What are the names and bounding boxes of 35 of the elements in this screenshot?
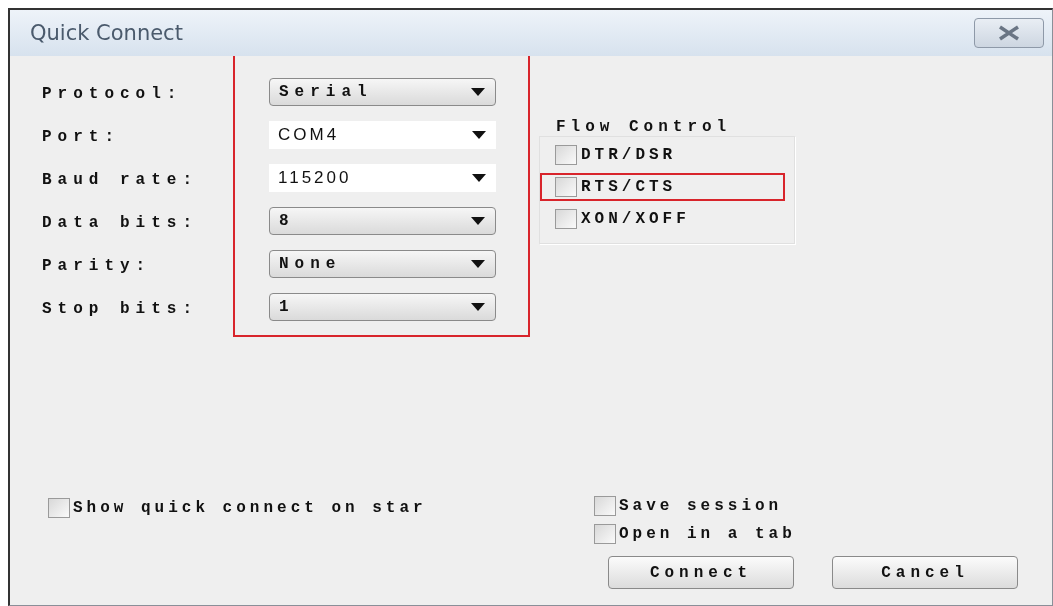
caret-icon [471, 217, 485, 225]
checkbox[interactable] [594, 496, 616, 516]
field-label: Data bits: [42, 213, 199, 234]
combo-box[interactable]: COM4 [269, 121, 496, 149]
checkbox-label: RTS/CTS [581, 178, 677, 196]
field-label: Port: [42, 127, 121, 148]
checkbox[interactable] [555, 145, 577, 165]
caret-icon [472, 131, 486, 139]
dropdown[interactable]: None [269, 250, 496, 278]
connect-button[interactable]: Connect [608, 556, 794, 589]
checkbox[interactable] [48, 498, 70, 518]
field-label: Protocol: [42, 84, 184, 105]
close-button[interactable] [974, 18, 1044, 48]
field-label: Parity: [42, 256, 153, 277]
dropdown[interactable]: 1 [269, 293, 496, 321]
caret-icon [471, 88, 485, 96]
field-label: Baud rate: [42, 170, 199, 191]
caret-icon [471, 260, 485, 268]
combo-box[interactable]: 115200 [269, 164, 496, 192]
group-title: Flow Control [556, 118, 733, 136]
checkbox-label: Open in a tab [619, 525, 796, 543]
caret-icon [471, 303, 485, 311]
checkbox[interactable] [555, 177, 577, 197]
checkbox-label: Show quick connect on star [73, 499, 427, 517]
checkbox-label: DTR/DSR [581, 146, 677, 164]
checkbox[interactable] [594, 524, 616, 544]
dropdown[interactable]: 8 [269, 207, 496, 235]
caret-icon [472, 174, 486, 182]
cancel-button[interactable]: Cancel [832, 556, 1018, 589]
checkbox-label: XON/XOFF [581, 210, 690, 228]
window-title: Quick Connect [30, 21, 183, 45]
checkbox-label: Save session [619, 497, 783, 515]
dropdown[interactable]: Serial [269, 78, 496, 106]
checkbox[interactable] [555, 209, 577, 229]
field-label: Stop bits: [42, 299, 199, 320]
